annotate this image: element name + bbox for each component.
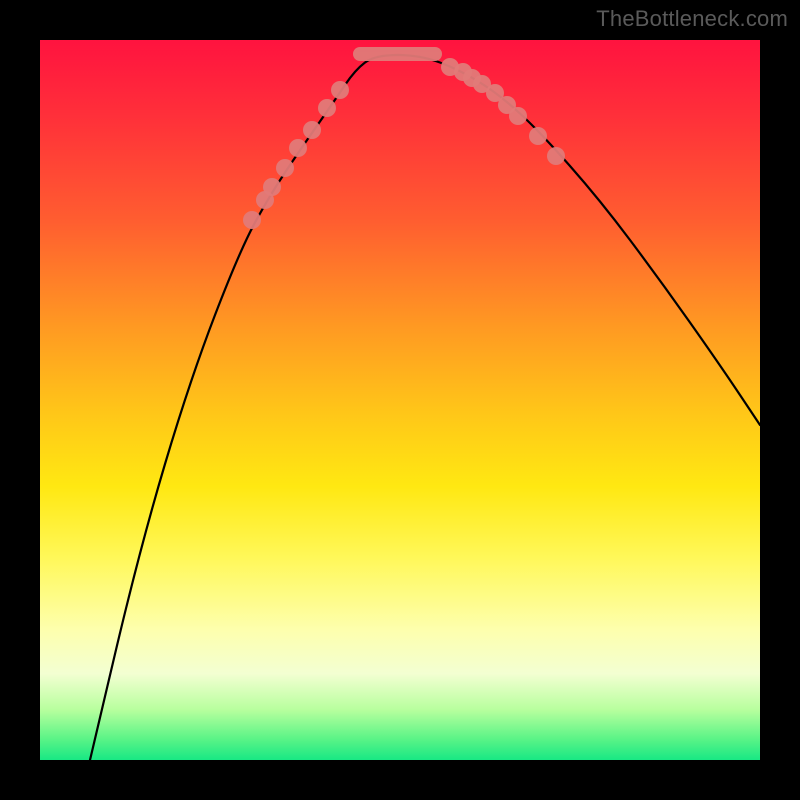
data-point	[303, 121, 321, 139]
data-point	[509, 107, 527, 125]
bottleneck-curve-path	[90, 55, 760, 760]
data-point	[289, 139, 307, 157]
data-point	[529, 127, 547, 145]
data-point	[318, 99, 336, 117]
data-point	[263, 178, 281, 196]
plot-area	[40, 40, 760, 760]
data-point	[547, 147, 565, 165]
highlighted-points-group	[243, 54, 565, 229]
watermark-text: TheBottleneck.com	[596, 6, 788, 32]
data-point	[276, 159, 294, 177]
data-point	[331, 81, 349, 99]
bottleneck-curve-svg	[40, 40, 760, 760]
data-point	[243, 211, 261, 229]
chart-frame: TheBottleneck.com	[0, 0, 800, 800]
